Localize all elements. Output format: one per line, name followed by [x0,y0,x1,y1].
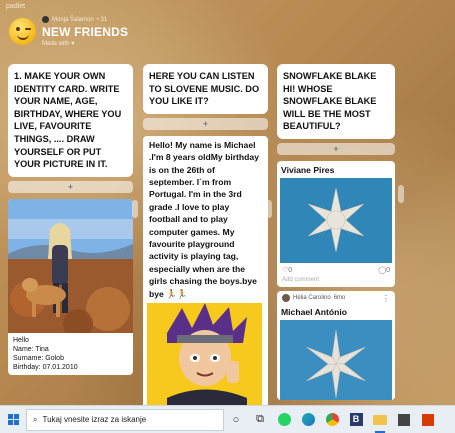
post-line: Hello [13,336,29,344]
task-view-icon[interactable]: ⧉ [248,406,272,433]
column-slovene-music: HERE YOU CAN LISTEN TO SLOVENE MUSIC. DO… [143,64,268,416]
store-icon[interactable] [392,406,416,433]
post-line: Name: Tina [13,345,49,353]
office-icon[interactable] [416,406,440,433]
girl-with-dog-photo [8,198,133,333]
post-image[interactable] [147,303,262,416]
edge-icon[interactable] [296,406,320,433]
post-line: Surname: Golob [13,354,64,362]
search-placeholder: Tukaj vnesite izraz za iskanje [42,415,147,424]
column-heading: 1. MAKE YOUR OWN IDENTITY CARD. WRITE YO… [8,64,133,177]
add-comment-input[interactable]: Add comment [277,277,395,287]
add-post-button[interactable]: + [8,180,133,193]
board-subtitle: Made with ♥ [42,41,75,47]
author-avatar [282,294,290,303]
add-post-button[interactable]: + [277,142,395,155]
column-snowflake-blake: SNOWFLAKE BLAKE HI! WHOSE SNOWFLAKE BLAK… [277,64,395,400]
anime-character-image [147,303,262,416]
cortana-icon[interactable]: ○ [224,406,248,433]
author-name: Monja Šalamon [52,16,94,23]
start-button[interactable] [0,406,26,433]
taskbar-search-box[interactable]: ⌕ Tukaj vnesite izraz za iskanje [26,408,224,431]
comment-count-button[interactable]: ◯0 [378,266,390,274]
post-reactions: ♡0 ◯0 [277,263,395,277]
post-card[interactable]: Viviane Pires ♡0 ◯0 Add comment [277,160,395,287]
board-title: NEW FRIENDS [42,25,129,39]
column-heading: HERE YOU CAN LISTEN TO SLOVENE MUSIC. DO… [143,64,268,114]
add-post-button[interactable]: + [143,117,268,130]
post-author-row: Hélia Carolino 6mo ⋮ [277,291,395,303]
column-scroll-handle[interactable] [266,200,272,218]
search-icon: ⌕ [33,414,38,424]
column-identity-card: 1. MAKE YOUR OWN IDENTITY CARD. WRITE YO… [8,64,133,375]
post-body: Hello Name: Tina Surname: Golob Birthday… [8,333,133,375]
snowflake-image [280,319,392,400]
winking-emoji-icon [9,18,36,45]
like-count: 0 [288,266,293,274]
whatsapp-icon[interactable] [272,406,296,433]
chrome-icon[interactable] [320,406,344,433]
post-title: Viviane Pires [281,164,335,175]
author-avatar [42,16,49,23]
file-explorer-icon[interactable] [368,406,392,433]
padlet-logo[interactable]: padlet [6,3,25,10]
post-card[interactable]: Hello! My name is Michael .I'm 8 years o… [143,135,268,416]
snowflake-photo[interactable] [280,177,392,263]
b-app-icon[interactable]: B [344,406,368,433]
post-author: Hélia Carolino [293,295,331,302]
column-scroll-handle[interactable] [132,200,138,218]
post-body: Hello! My name is Michael .I'm 8 years o… [149,139,259,299]
column-heading: SNOWFLAKE BLAKE HI! WHOSE SNOWFLAKE BLAK… [277,64,395,139]
board-author[interactable]: Monja Šalamon • 31 [42,16,107,23]
snowflake-photo[interactable] [280,319,392,400]
post-card[interactable]: Hélia Carolino 6mo ⋮ Michael António [277,290,395,400]
author-time: • 31 [96,16,108,23]
comment-count: 0 [386,266,390,274]
post-title: Michael António [281,306,348,317]
more-options-icon[interactable]: ⋮ [382,294,390,303]
windows-logo-icon [7,414,19,425]
board-header: Monja Šalamon • 31 NEW FRIENDS Made with… [6,16,446,52]
post-card[interactable]: Hello Name: Tina Surname: Golob Birthday… [8,198,133,375]
like-button[interactable]: ♡0 [282,266,292,274]
post-time: 6mo [333,295,346,302]
post-line: Birthday: 07.01.2010 [13,363,78,371]
column-scroll-handle[interactable] [398,185,404,203]
windows-taskbar: ⌕ Tukaj vnesite izraz za iskanje ○ ⧉ B [0,405,455,433]
post-photo[interactable] [8,198,133,333]
snowflake-image [280,177,392,263]
